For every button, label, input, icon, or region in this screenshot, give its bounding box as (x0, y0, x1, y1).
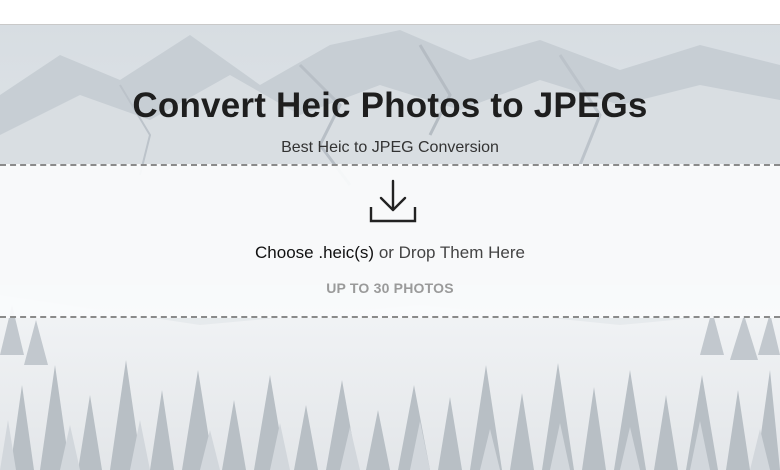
drop-text: or Drop Them Here (374, 243, 525, 262)
page-subtitle: Best Heic to JPEG Conversion (281, 139, 499, 156)
choose-files-link[interactable]: Choose .heic(s) (255, 243, 374, 262)
page-title: Convert Heic Photos to JPEGs (132, 86, 648, 125)
top-bar (0, 0, 780, 25)
file-dropzone[interactable]: Choose .heic(s) or Drop Them Here UP TO … (0, 164, 780, 318)
page: Convert Heic Photos to JPEGs Best Heic t… (0, 0, 780, 470)
download-icon (369, 179, 417, 223)
hero-section: Convert Heic Photos to JPEGs Best Heic t… (0, 25, 780, 470)
choose-or-drop-text: Choose .heic(s) or Drop Them Here (0, 243, 780, 263)
upload-limit-note: UP TO 30 PHOTOS (326, 280, 454, 296)
